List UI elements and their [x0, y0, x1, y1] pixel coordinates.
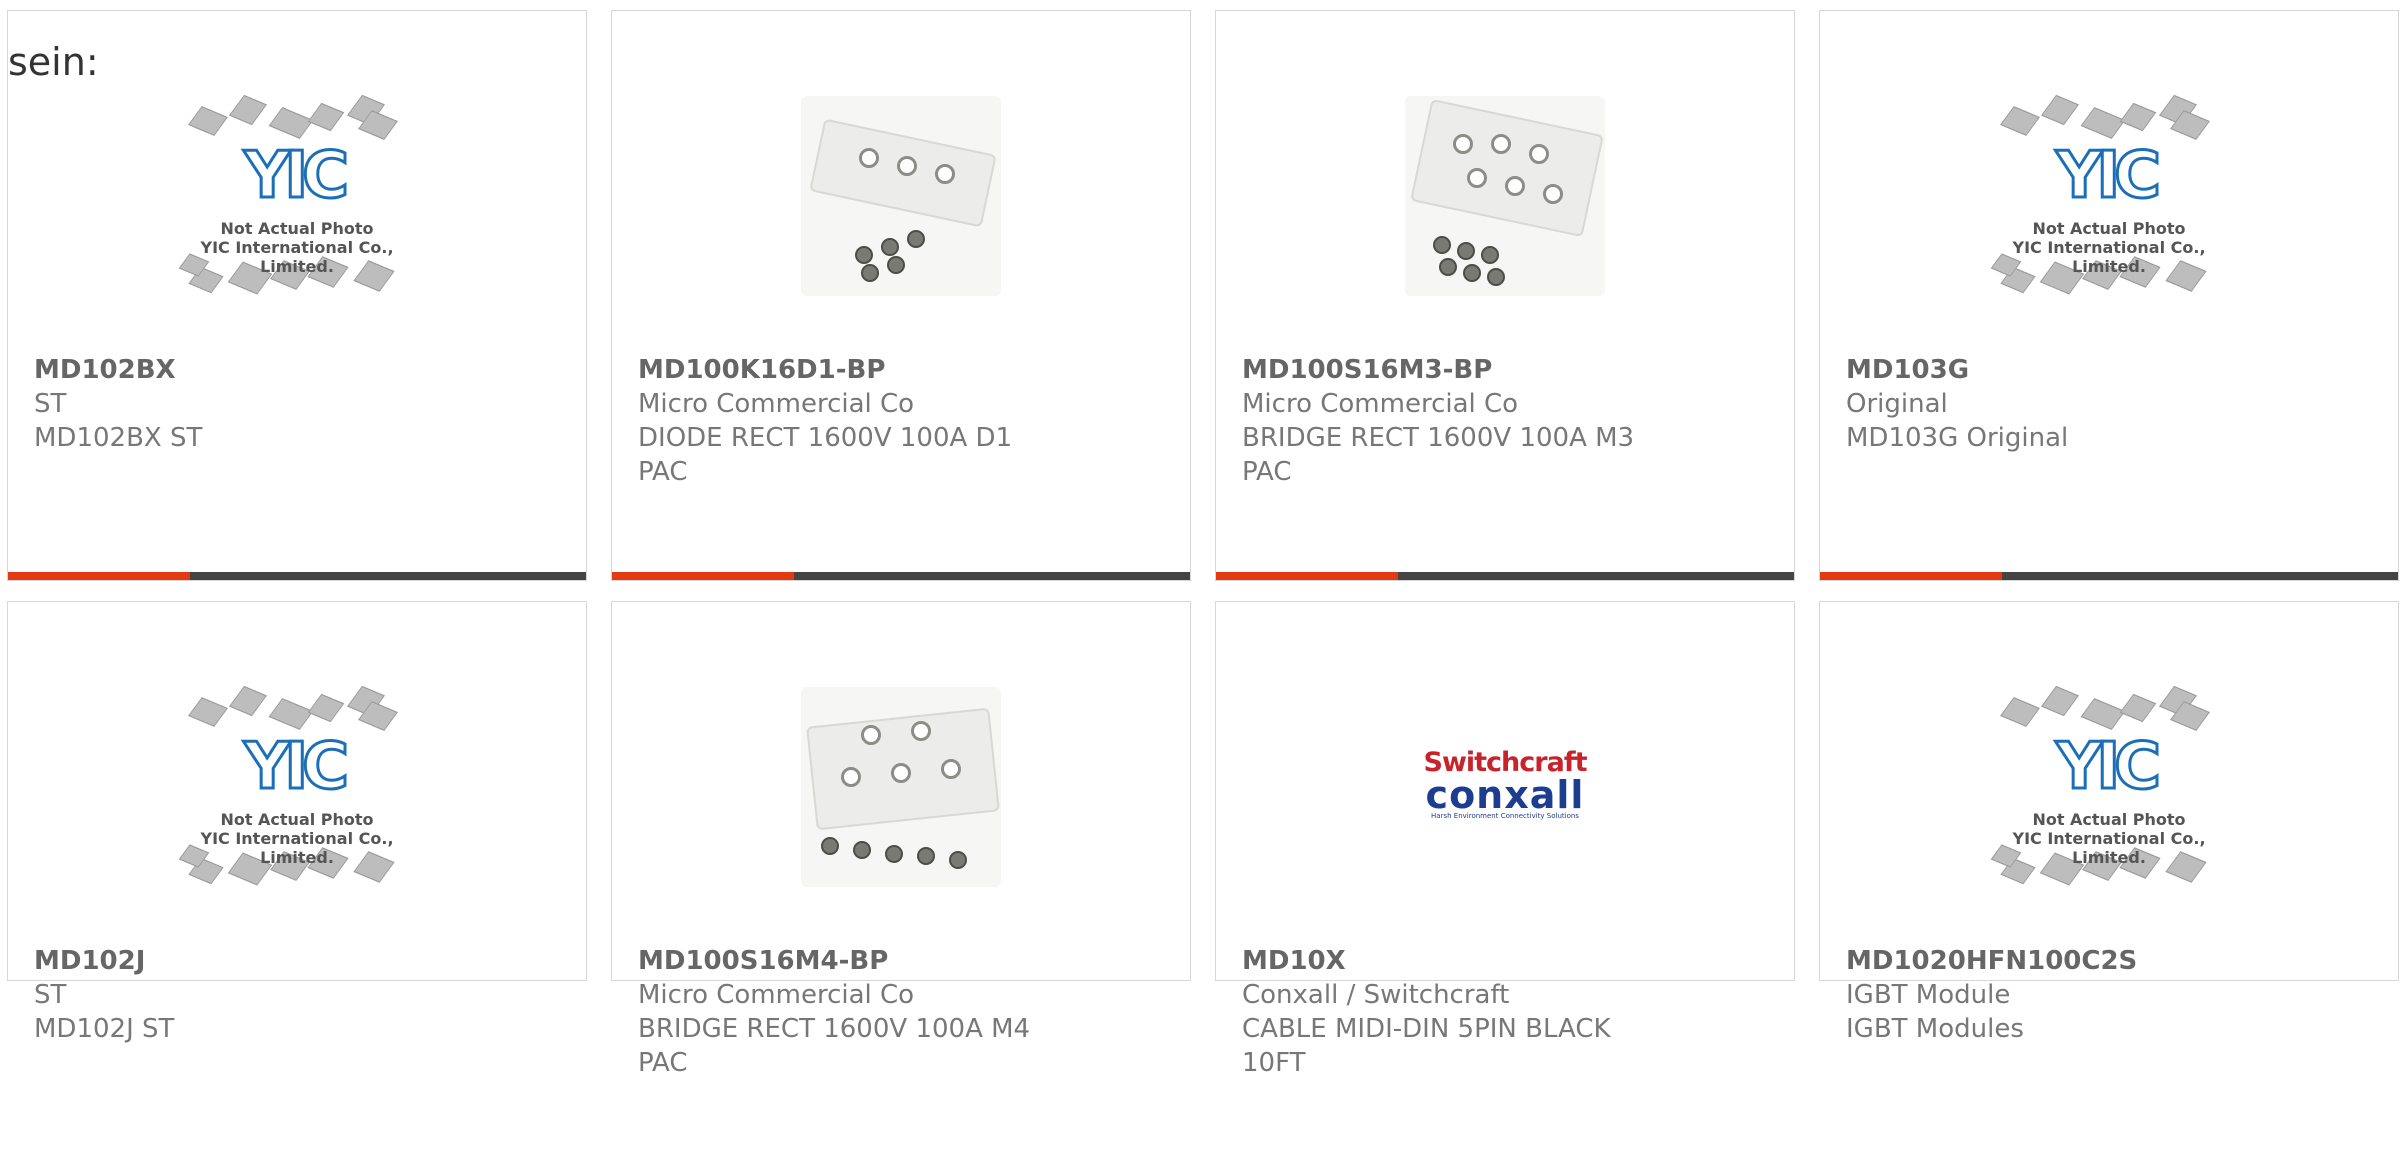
product-part-number[interactable]: MD102BX	[34, 353, 464, 387]
product-manufacturer: IGBT Module	[1846, 980, 2011, 1010]
card-accent-bar	[8, 572, 190, 580]
yic-logo-icon: YIC	[2054, 729, 2162, 806]
placeholder-image: YIC Not Actual Photo YIC International Co.…	[162, 662, 432, 912]
product-image[interactable]: YIC Not Actual Photo YIC International Co.…	[1820, 71, 2398, 321]
product-description: CABLE MIDI-DIN 5PIN BLACK 10FT	[1242, 1014, 1611, 1078]
card-accent-bar	[612, 572, 794, 580]
yic-logo-icon: YIC	[2054, 138, 2162, 215]
product-manufacturer: ST	[34, 980, 67, 1010]
product-description: BRIDGE RECT 1600V 100A M3 PAC	[1242, 423, 1635, 487]
product-description: MD103G Original	[1846, 423, 2069, 453]
product-card[interactable]: Switchcraft conxall Harsh Environment Co…	[1215, 601, 1795, 1078]
placeholder-caption-line2: YIC International Co., Limited.	[200, 829, 394, 867]
module-photo	[801, 687, 1001, 887]
product-manufacturer: Conxall / Switchcraft	[1242, 980, 1510, 1010]
product-part-number[interactable]: MD100K16D1-BP	[638, 353, 1068, 387]
placeholder-caption-line2: YIC International Co., Limited.	[2012, 829, 2206, 867]
product-image[interactable]	[612, 71, 1190, 321]
card-bottom-bar	[1820, 572, 2398, 580]
placeholder-image: YIC Not Actual Photo YIC International Co.…	[162, 71, 432, 321]
product-image[interactable]: YIC Not Actual Photo YIC International Co.…	[8, 71, 586, 321]
product-card[interactable]: MD100S16M4-BP Micro Commercial Co BRIDGE…	[611, 601, 1191, 1078]
product-manufacturer: Micro Commercial Co	[1242, 389, 1519, 419]
product-card[interactable]: MD100K16D1-BP Micro Commercial Co DIODE …	[611, 10, 1191, 581]
card-bottom-bar	[1216, 572, 1794, 580]
product-card[interactable]: YIC Not Actual Photo YIC International Co.…	[7, 10, 587, 581]
product-image[interactable]	[1216, 71, 1794, 321]
product-description: DIODE RECT 1600V 100A D1 PAC	[638, 423, 1013, 487]
product-part-number[interactable]: MD100S16M3-BP	[1242, 353, 1672, 387]
product-description: BRIDGE RECT 1600V 100A M4 PAC	[638, 1014, 1031, 1078]
placeholder-image: YIC Not Actual Photo YIC International Co.…	[1974, 71, 2244, 321]
product-image[interactable]: Switchcraft conxall Harsh Environment Co…	[1216, 662, 1794, 912]
placeholder-caption-line1: Not Actual Photo	[220, 219, 374, 238]
yic-logo-icon: YIC	[242, 729, 350, 806]
placeholder-caption-line2: YIC International Co., Limited.	[200, 238, 394, 276]
placeholder-image: YIC Not Actual Photo YIC International Co.…	[1974, 662, 2244, 912]
product-card[interactable]: YIC Not Actual Photo YIC International Co.…	[1819, 601, 2399, 1044]
placeholder-caption-line1: Not Actual Photo	[220, 810, 374, 829]
product-image[interactable]	[612, 662, 1190, 912]
card-accent-bar	[1820, 572, 2002, 580]
product-card[interactable]: YIC Not Actual Photo YIC International Co.…	[7, 601, 587, 1044]
product-manufacturer: Micro Commercial Co	[638, 980, 915, 1010]
product-description: MD102J ST	[34, 1014, 175, 1044]
product-part-number[interactable]: MD102J	[34, 944, 464, 978]
module-photo	[1405, 96, 1605, 296]
card-bottom-bar	[612, 572, 1190, 580]
product-part-number[interactable]: MD1020HFN100C2S	[1846, 944, 2276, 978]
card-bottom-bar	[8, 572, 586, 580]
switchcraft-conxall-logo: Switchcraft conxall Harsh Environment Co…	[1423, 747, 1588, 820]
product-part-number[interactable]: MD103G	[1846, 353, 2276, 387]
product-card[interactable]: MD100S16M3-BP Micro Commercial Co BRIDGE…	[1215, 10, 1795, 581]
product-part-number[interactable]: MD100S16M4-BP	[638, 944, 1068, 978]
placeholder-caption-line1: Not Actual Photo	[2032, 810, 2186, 829]
card-accent-bar	[1216, 572, 1398, 580]
product-grid: YIC Not Actual Photo YIC International Co.…	[7, 10, 2399, 1078]
product-image[interactable]: YIC Not Actual Photo YIC International Co.…	[8, 662, 586, 912]
product-card[interactable]: YIC Not Actual Photo YIC International Co.…	[1819, 10, 2399, 581]
placeholder-caption-line1: Not Actual Photo	[2032, 219, 2186, 238]
product-description: IGBT Modules	[1846, 1014, 2024, 1044]
yic-logo-icon: YIC	[242, 138, 350, 215]
module-photo	[801, 96, 1001, 296]
product-manufacturer: Original	[1846, 389, 1948, 419]
product-image[interactable]: YIC Not Actual Photo YIC International Co.…	[1820, 662, 2398, 912]
product-part-number[interactable]: MD10X	[1242, 944, 1672, 978]
product-description: MD102BX ST	[34, 423, 203, 453]
product-manufacturer: ST	[34, 389, 67, 419]
product-manufacturer: Micro Commercial Co	[638, 389, 915, 419]
placeholder-caption-line2: YIC International Co., Limited.	[2012, 238, 2206, 276]
page-heading: sein:	[8, 40, 99, 84]
